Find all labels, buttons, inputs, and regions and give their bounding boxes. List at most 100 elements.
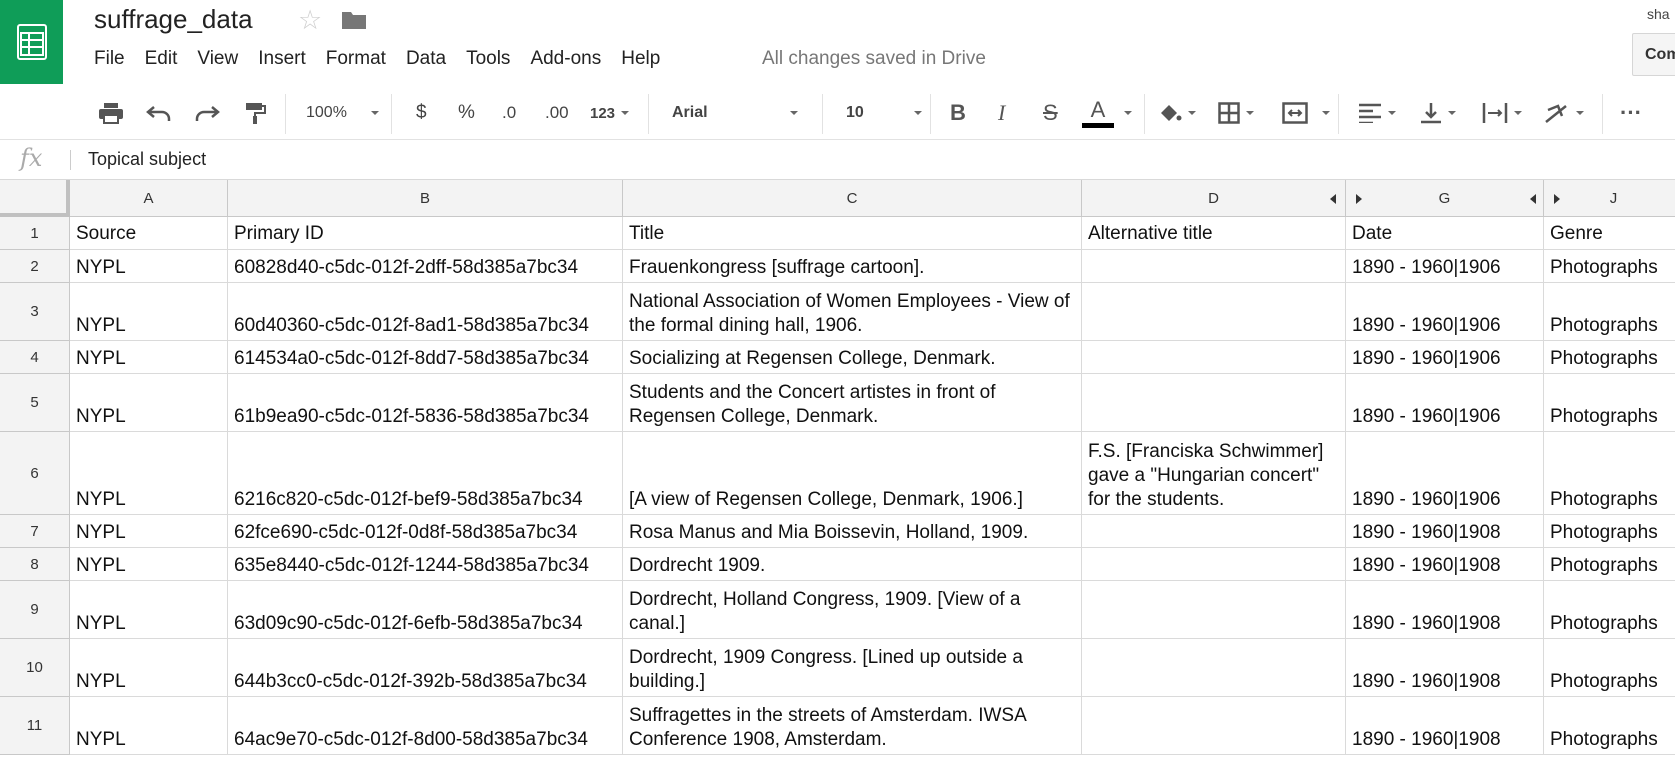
menu-edit[interactable]: Edit [135,48,188,70]
cell-g8[interactable]: 1890 - 1960|1908 [1346,548,1544,581]
column-header-c[interactable]: C [623,180,1082,217]
cell-b3[interactable]: 60d40360-c5dc-012f-8ad1-58d385a7bc34 [228,283,623,341]
star-icon[interactable]: ☆ [298,5,322,36]
menu-insert[interactable]: Insert [248,48,316,70]
comments-button[interactable]: Comments [1632,33,1675,76]
hidden-columns-right-arrow-icon[interactable] [1554,194,1560,204]
cell-c7[interactable]: Rosa Manus and Mia Boissevin, Holland, 1… [623,515,1082,548]
undo-icon[interactable] [146,86,172,140]
cell-a10[interactable]: NYPL [70,639,228,697]
row-header-3[interactable]: 3 [0,283,70,341]
currency-format-button[interactable]: $ [416,86,427,140]
cell-c1[interactable]: Title [623,217,1082,250]
column-header-b[interactable]: B [228,180,623,217]
cell-b9[interactable]: 63d09c90-c5dc-012f-6efb-58d385a7bc34 [228,581,623,639]
menu-tools[interactable]: Tools [456,48,520,70]
cell-g6[interactable]: 1890 - 1960|1906 [1346,432,1544,515]
cell-d7[interactable] [1082,515,1346,548]
cell-d10[interactable] [1082,639,1346,697]
cell-b4[interactable]: 614534a0-c5dc-012f-8dd7-58d385a7bc34 [228,341,623,374]
cell-a8[interactable]: NYPL [70,548,228,581]
cell-j5[interactable]: Photographs [1544,374,1675,432]
row-header-8[interactable]: 8 [0,548,70,581]
hidden-columns-right-arrow-icon[interactable] [1356,194,1362,204]
cell-j4[interactable]: Photographs [1544,341,1675,374]
row-header-1[interactable]: 1 [0,217,70,250]
percent-format-button[interactable]: % [458,86,475,140]
cell-c8[interactable]: Dordrecht 1909. [623,548,1082,581]
row-header-9[interactable]: 9 [0,581,70,639]
italic-button[interactable]: I [998,86,1005,140]
cell-b11[interactable]: 64ac9e70-c5dc-012f-8d00-58d385a7bc34 [228,697,623,755]
sheets-logo-icon[interactable] [0,0,63,84]
cell-j11[interactable]: Photographs [1544,697,1675,755]
menu-format[interactable]: Format [316,48,396,70]
cell-g10[interactable]: 1890 - 1960|1908 [1346,639,1544,697]
cell-c3[interactable]: National Association of Women Employees … [623,283,1082,341]
borders-icon[interactable] [1218,86,1254,140]
cell-d4[interactable] [1082,341,1346,374]
cell-d11[interactable] [1082,697,1346,755]
row-header-6[interactable]: 6 [0,432,70,515]
cell-d1[interactable]: Alternative title [1082,217,1346,250]
column-header-a[interactable]: A [70,180,228,217]
cell-a9[interactable]: NYPL [70,581,228,639]
user-email[interactable]: sha [1647,6,1670,22]
select-all-corner[interactable] [0,180,70,217]
print-icon[interactable] [98,86,124,140]
paint-format-icon[interactable] [244,86,266,140]
cell-c5[interactable]: Students and the Concert artistes in fro… [623,374,1082,432]
text-wrapping-icon[interactable] [1482,86,1522,140]
fill-color-icon[interactable] [1158,86,1196,140]
cell-d2[interactable] [1082,250,1346,283]
formula-input[interactable]: Topical subject [88,149,206,170]
cell-b2[interactable]: 60828d40-c5dc-012f-2dff-58d385a7bc34 [228,250,623,283]
cell-b7[interactable]: 62fce690-c5dc-012f-0d8f-58d385a7bc34 [228,515,623,548]
cell-c4[interactable]: Socializing at Regensen College, Denmark… [623,341,1082,374]
row-header-4[interactable]: 4 [0,341,70,374]
merge-cells-icon[interactable] [1282,86,1330,140]
cell-a4[interactable]: NYPL [70,341,228,374]
cell-c11[interactable]: Suffragettes in the streets of Amsterdam… [623,697,1082,755]
cell-g4[interactable]: 1890 - 1960|1906 [1346,341,1544,374]
cell-j3[interactable]: Photographs [1544,283,1675,341]
menu-data[interactable]: Data [396,48,456,70]
row-header-5[interactable]: 5 [0,374,70,432]
cell-a11[interactable]: NYPL [70,697,228,755]
menu-file[interactable]: File [94,48,135,70]
cell-g7[interactable]: 1890 - 1960|1908 [1346,515,1544,548]
cell-j6[interactable]: Photographs [1544,432,1675,515]
cell-b10[interactable]: 644b3cc0-c5dc-012f-392b-58d385a7bc34 [228,639,623,697]
strikethrough-button[interactable]: S [1043,86,1058,140]
horizontal-align-icon[interactable] [1358,86,1396,140]
chevron-down-icon[interactable] [1118,86,1132,140]
menu-view[interactable]: View [187,48,248,70]
column-header-j[interactable]: J [1544,180,1675,217]
hidden-columns-left-arrow-icon[interactable] [1330,194,1336,204]
bold-button[interactable]: B [950,86,966,140]
decrease-decimal-button[interactable]: .0 [502,86,516,140]
cell-g2[interactable]: 1890 - 1960|1906 [1346,250,1544,283]
cell-g3[interactable]: 1890 - 1960|1906 [1346,283,1544,341]
cell-d9[interactable] [1082,581,1346,639]
cell-b6[interactable]: 6216c820-c5dc-012f-bef9-58d385a7bc34 [228,432,623,515]
folder-icon[interactable] [341,10,367,35]
cell-d8[interactable] [1082,548,1346,581]
cell-a6[interactable]: NYPL [70,432,228,515]
row-header-10[interactable]: 10 [0,639,70,697]
cell-b1[interactable]: Primary ID [228,217,623,250]
cell-c10[interactable]: Dordrecht, 1909 Congress. [Lined up outs… [623,639,1082,697]
cell-j9[interactable]: Photographs [1544,581,1675,639]
cell-b5[interactable]: 61b9ea90-c5dc-012f-5836-58d385a7bc34 [228,374,623,432]
cell-b8[interactable]: 635e8440-c5dc-012f-1244-58d385a7bc34 [228,548,623,581]
cell-g1[interactable]: Date [1346,217,1544,250]
increase-decimal-button[interactable]: .00 [545,86,569,140]
cell-c2[interactable]: Frauenkongress [suffrage cartoon]. [623,250,1082,283]
row-header-11[interactable]: 11 [0,697,70,755]
zoom-select[interactable]: 100% [306,86,379,140]
font-size-select[interactable]: 10 [846,86,922,140]
cell-j2[interactable]: Photographs [1544,250,1675,283]
cell-j8[interactable]: Photographs [1544,548,1675,581]
cell-d5[interactable] [1082,374,1346,432]
redo-icon[interactable] [194,86,220,140]
